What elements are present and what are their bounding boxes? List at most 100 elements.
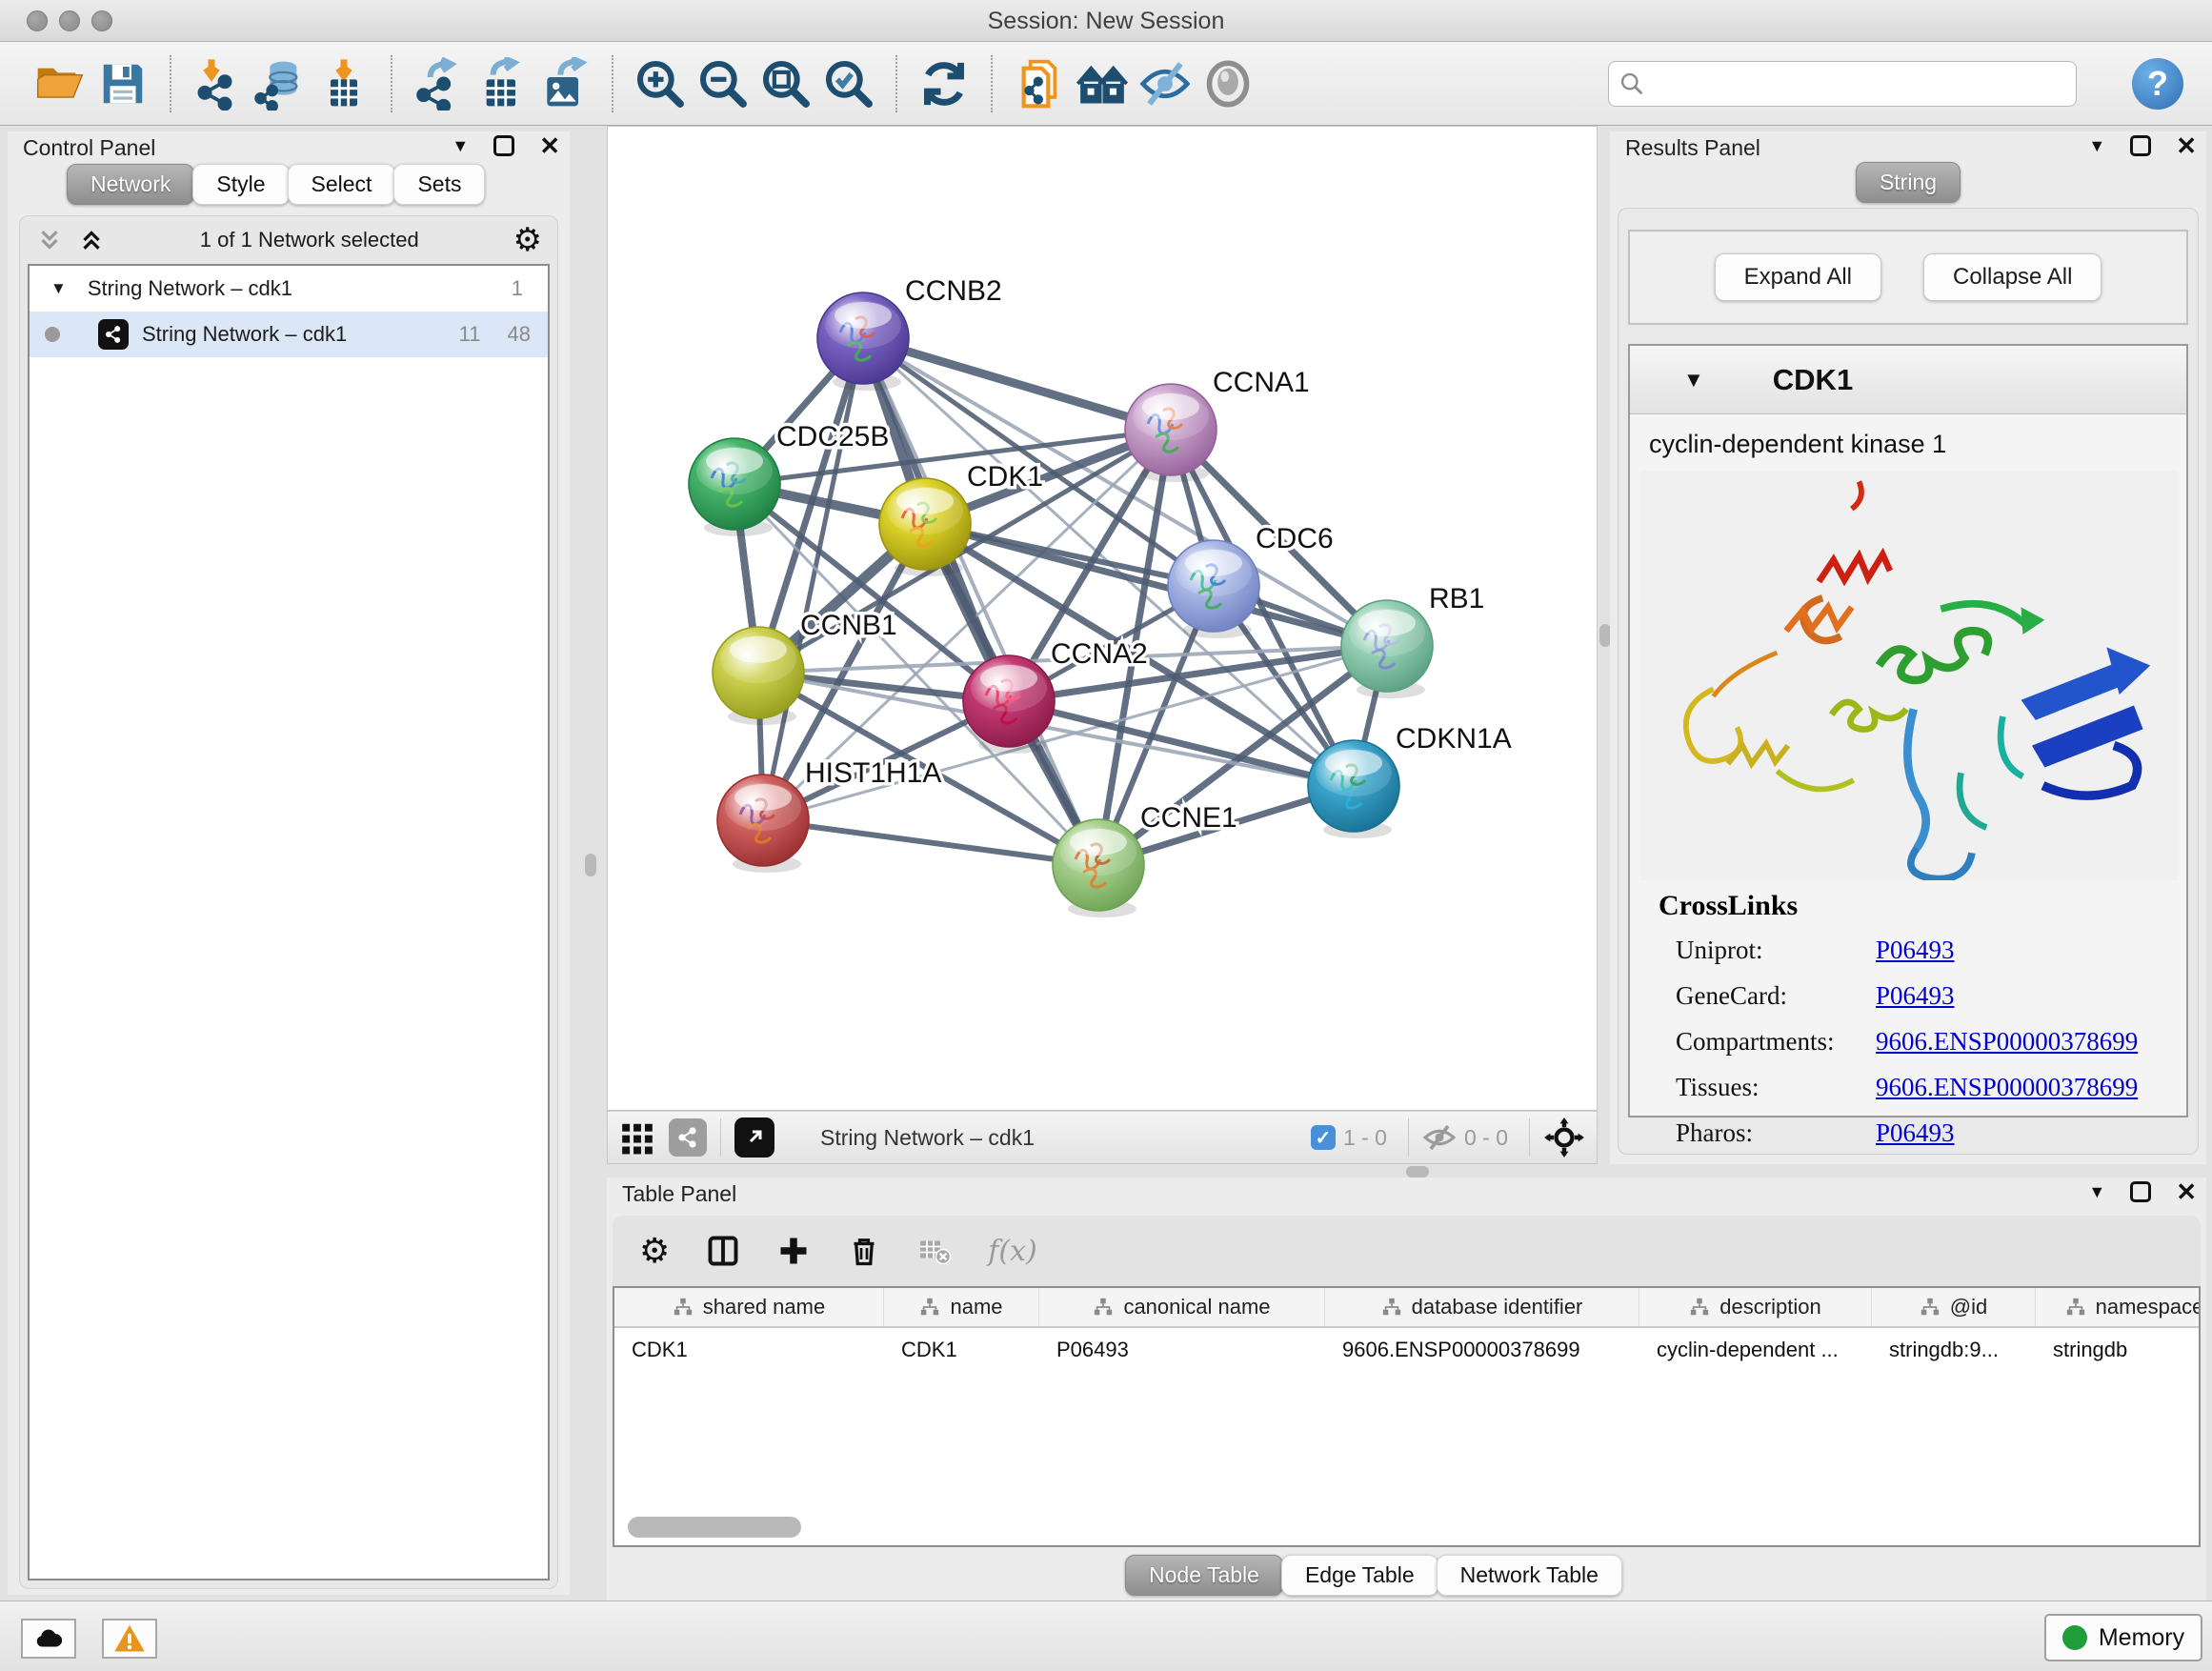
collapse-all-button[interactable]: Collapse All bbox=[1923, 253, 2101, 301]
tab-edge-table[interactable]: Edge Table bbox=[1281, 1555, 1438, 1596]
table-cell[interactable]: CDK1 bbox=[614, 1328, 884, 1372]
selected-checkbox-icon[interactable]: ✓ bbox=[1311, 1125, 1336, 1150]
tab-string[interactable]: String bbox=[1856, 162, 1961, 203]
toolbar-search-field[interactable] bbox=[1608, 61, 2077, 107]
column-type-icon bbox=[1920, 1297, 1941, 1318]
refresh-button[interactable] bbox=[913, 52, 975, 115]
node-CDC25B[interactable] bbox=[689, 438, 780, 536]
panel-close-icon[interactable]: ✕ bbox=[2176, 1181, 2197, 1202]
network-options-gear-icon[interactable]: ⚙ bbox=[513, 224, 542, 256]
panel-close-icon[interactable]: ✕ bbox=[539, 135, 560, 156]
column-header--id[interactable]: @id bbox=[1872, 1288, 2036, 1326]
node-RB1[interactable] bbox=[1341, 600, 1433, 698]
cloud-status-button[interactable] bbox=[21, 1619, 76, 1659]
bottom-splitter-handle[interactable] bbox=[1406, 1166, 1429, 1178]
network-share-badge-icon[interactable] bbox=[669, 1118, 707, 1157]
tab-select[interactable]: Select bbox=[288, 164, 396, 205]
crosslink-link[interactable]: P06493 bbox=[1876, 936, 1955, 965]
titlebar: Session: New Session bbox=[0, 0, 2212, 42]
node-CDK1[interactable] bbox=[879, 478, 971, 576]
save-session-button[interactable] bbox=[91, 52, 154, 115]
node-CCNE1[interactable] bbox=[1053, 819, 1144, 917]
table-cell[interactable]: stringdb bbox=[2036, 1328, 2201, 1372]
node-CDC6[interactable] bbox=[1168, 540, 1259, 638]
hide-selected-button[interactable] bbox=[1134, 52, 1196, 115]
fit-content-crosshair-icon[interactable] bbox=[1543, 1117, 1585, 1158]
import-database-button[interactable] bbox=[250, 52, 312, 115]
tab-style[interactable]: Style bbox=[192, 164, 289, 205]
show-all-button[interactable] bbox=[1196, 52, 1259, 115]
column-header-namespace[interactable]: namespace bbox=[2036, 1288, 2201, 1326]
grid-view-icon[interactable] bbox=[619, 1119, 655, 1156]
export-table-button[interactable] bbox=[471, 52, 533, 115]
show-columns-icon[interactable] bbox=[706, 1234, 740, 1268]
node-CDKN1A[interactable] bbox=[1308, 740, 1399, 838]
node-table[interactable]: shared namenamecanonical namedatabase id… bbox=[613, 1286, 2201, 1547]
delete-column-trash-icon[interactable] bbox=[847, 1234, 881, 1268]
memory-button[interactable]: Memory bbox=[2044, 1614, 2202, 1661]
tab-network[interactable]: Network bbox=[67, 164, 194, 205]
export-table-icon bbox=[475, 57, 529, 111]
column-header-shared-name[interactable]: shared name bbox=[614, 1288, 884, 1326]
column-header-description[interactable]: description bbox=[1639, 1288, 1872, 1326]
clone-network-button[interactable] bbox=[1008, 52, 1071, 115]
zoom-selected-button[interactable] bbox=[817, 52, 880, 115]
tab-network-table[interactable]: Network Table bbox=[1437, 1555, 1622, 1596]
node-CCNA1[interactable] bbox=[1125, 384, 1217, 482]
table-options-gear-icon[interactable]: ⚙ bbox=[639, 1231, 670, 1271]
edge-ccnb2-ccna1[interactable] bbox=[863, 338, 1171, 430]
panel-close-icon[interactable]: ✕ bbox=[2176, 135, 2197, 156]
column-header-canonical-name[interactable]: canonical name bbox=[1039, 1288, 1325, 1326]
panel-float-icon[interactable] bbox=[2130, 1181, 2151, 1202]
open-in-window-icon[interactable] bbox=[734, 1117, 774, 1158]
network-row[interactable]: String Network – cdk1 11 48 bbox=[30, 312, 548, 357]
table-row[interactable]: CDK1CDK1P064939606.ENSP00000378699cyclin… bbox=[614, 1328, 2201, 1372]
crosslink-link[interactable]: P06493 bbox=[1876, 1118, 1955, 1148]
add-column-icon[interactable] bbox=[776, 1234, 811, 1268]
panel-collapse-icon[interactable]: ▼ bbox=[2088, 1182, 2105, 1202]
search-input[interactable] bbox=[1645, 71, 2066, 96]
table-cell[interactable]: CDK1 bbox=[884, 1328, 1039, 1372]
open-session-button[interactable] bbox=[29, 52, 91, 115]
panel-collapse-icon[interactable]: ▼ bbox=[2088, 136, 2105, 156]
network-view-canvas[interactable]: CCNB2CCNA1CDC25BCDK1CDC6RB1CCNB1CCNA2CDK… bbox=[607, 126, 1598, 1111]
crosslink-link[interactable]: 9606.ENSP00000378699 bbox=[1876, 1073, 2138, 1102]
tab-sets[interactable]: Sets bbox=[393, 164, 485, 205]
zoom-out-button[interactable] bbox=[692, 52, 754, 115]
left-splitter-handle[interactable] bbox=[585, 854, 596, 876]
panel-float-icon[interactable] bbox=[493, 135, 514, 156]
edge-hist1h1a-ccne1[interactable] bbox=[763, 820, 1098, 865]
collection-expander-icon[interactable]: ▼ bbox=[50, 279, 67, 298]
string-network-graph[interactable]: CCNB2CCNA1CDC25BCDK1CDC6RB1CCNB1CCNA2CDK… bbox=[608, 127, 1599, 1112]
table-cell[interactable]: stringdb:9... bbox=[1872, 1328, 2036, 1372]
node-HIST1H1A[interactable] bbox=[717, 775, 809, 873]
zoom-fit-button[interactable] bbox=[754, 52, 817, 115]
section-expander-icon[interactable]: ▼ bbox=[1683, 368, 1704, 393]
crosslink-link[interactable]: P06493 bbox=[1876, 981, 1955, 1011]
crosslink-link[interactable]: 9606.ENSP00000378699 bbox=[1876, 1027, 2138, 1057]
node-CCNB1[interactable] bbox=[713, 627, 804, 725]
column-header-database-identifier[interactable]: database identifier bbox=[1325, 1288, 1639, 1326]
cdk1-card-header[interactable]: ▼ CDK1 bbox=[1630, 346, 2186, 414]
warnings-button[interactable] bbox=[102, 1619, 157, 1659]
expand-all-button[interactable]: Expand All bbox=[1715, 253, 1881, 301]
table-hscrollbar-thumb[interactable] bbox=[628, 1517, 801, 1538]
zoom-in-button[interactable] bbox=[629, 52, 692, 115]
column-header-name[interactable]: name bbox=[884, 1288, 1039, 1326]
table-cell[interactable]: cyclin-dependent ... bbox=[1639, 1328, 1872, 1372]
import-table-button[interactable] bbox=[312, 52, 375, 115]
help-button[interactable]: ? bbox=[2132, 58, 2183, 110]
first-neighbors-button[interactable] bbox=[1071, 52, 1134, 115]
panel-collapse-icon[interactable]: ▼ bbox=[452, 136, 469, 156]
panel-float-icon[interactable] bbox=[2130, 135, 2151, 156]
export-network-button[interactable] bbox=[408, 52, 471, 115]
import-network-button[interactable] bbox=[187, 52, 250, 115]
tab-node-table[interactable]: Node Table bbox=[1125, 1555, 1283, 1596]
network-collection-row[interactable]: ▼ String Network – cdk1 1 bbox=[30, 266, 548, 312]
table-cell[interactable]: 9606.ENSP00000378699 bbox=[1325, 1328, 1639, 1372]
collapse-all-networks-icon[interactable] bbox=[77, 226, 106, 254]
table-cell[interactable]: P06493 bbox=[1039, 1328, 1325, 1372]
export-image-button[interactable] bbox=[533, 52, 596, 115]
edge-ccnb2-hist1h1a[interactable] bbox=[763, 338, 863, 820]
expand-all-networks-icon[interactable] bbox=[35, 226, 64, 254]
